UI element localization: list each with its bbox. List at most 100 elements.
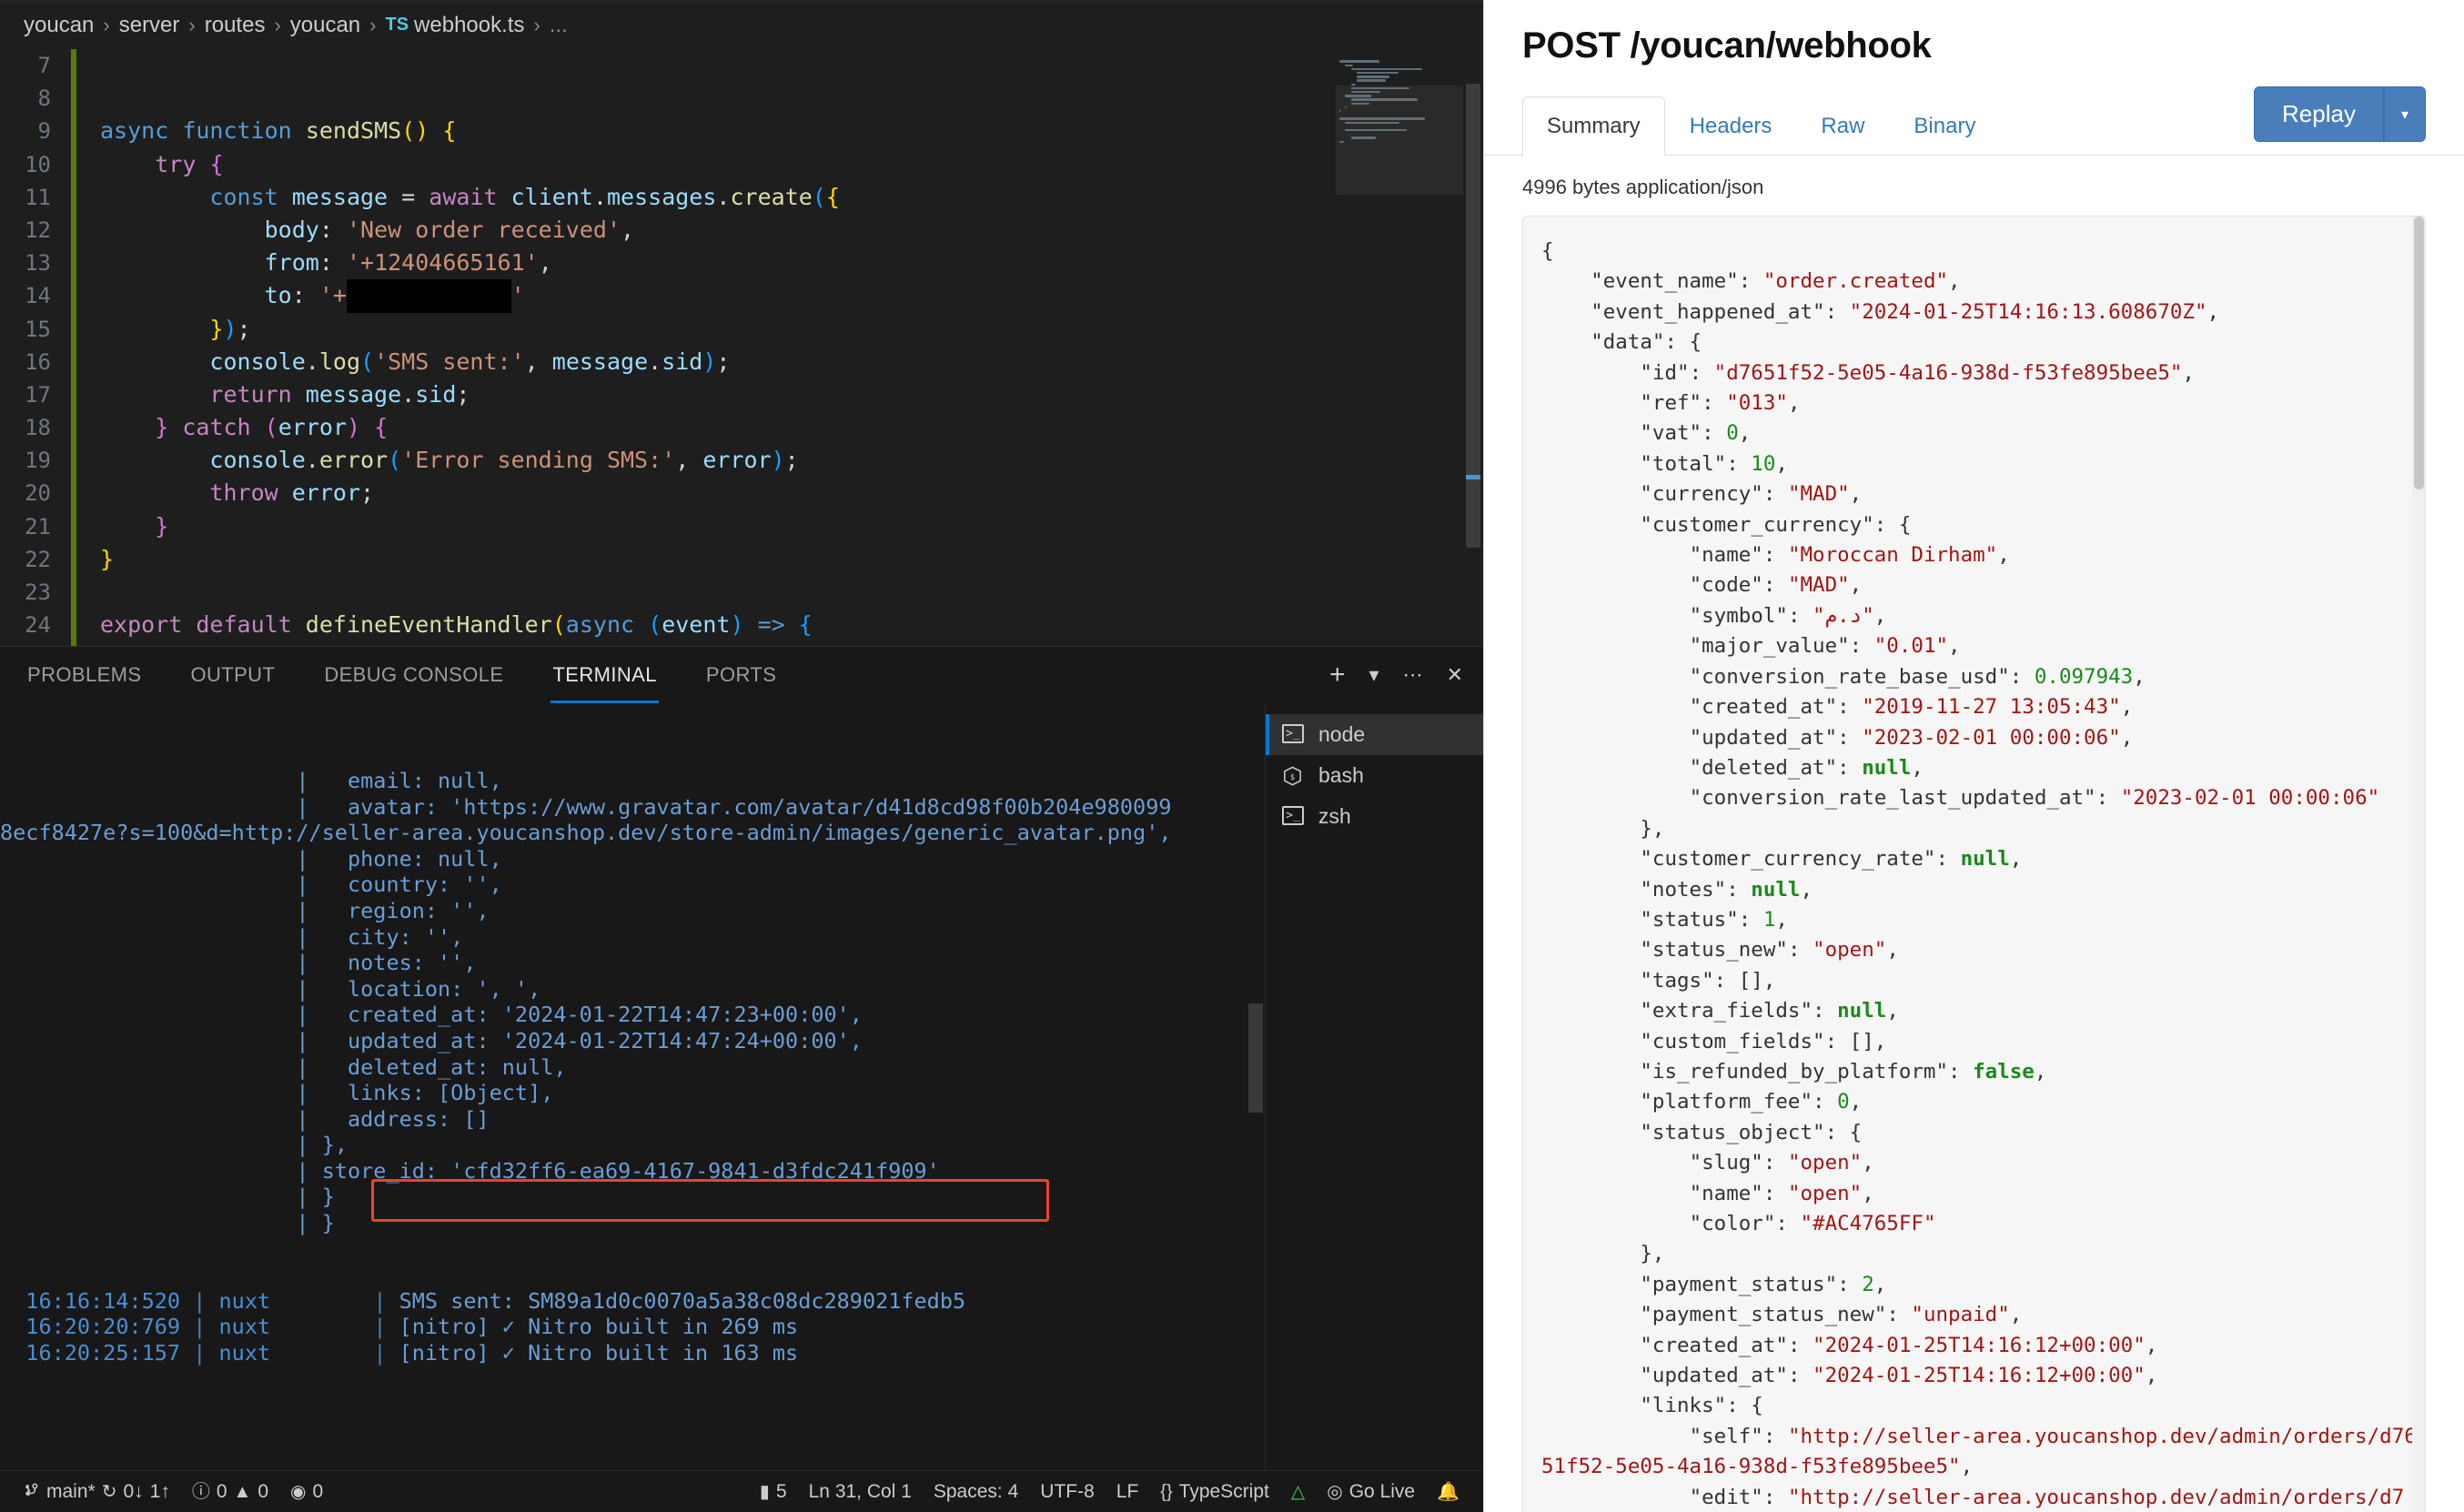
code-line[interactable]: 13 from: '+12404665161',	[0, 247, 1483, 280]
code-line[interactable]: 9 async function sendSMS() {	[0, 115, 1483, 148]
status-indentation[interactable]: Spaces: 4	[923, 1471, 1029, 1512]
code-line[interactable]: 17 return message.sid;	[0, 378, 1483, 412]
code-line[interactable]: 7	[0, 49, 1483, 83]
breadcrumb-segment-[interactable]: ...	[550, 13, 568, 38]
breadcrumb[interactable]: youcan › server › routes › youcan › TS webhook.ts…	[0, 0, 1483, 47]
line-number: 21	[25, 513, 51, 539]
terminal-log-row: 16:20:25:157 | nuxt | [nitro] ✓ Nitro bu…	[0, 1340, 799, 1366]
bottom-panel: PROBLEMS OUTPUT DEBUG CONSOLE TERMINAL PORTS…	[0, 645, 1483, 1470]
code-line[interactable]: 8	[0, 82, 1483, 116]
log-tag: nuxt	[218, 1287, 374, 1314]
code-line-text: });	[209, 315, 251, 342]
status-encoding[interactable]: UTF-8	[1029, 1471, 1106, 1512]
code-line[interactable]: 25 const body = await readBody(event);	[0, 641, 1483, 646]
radio-tower-icon: ◉	[290, 1481, 307, 1502]
code-line-text: }	[155, 512, 169, 539]
error-icon: ⓘ	[191, 1481, 210, 1502]
status-branch[interactable]: main* ↻ 0↓ 1↑	[13, 1471, 181, 1512]
code-line[interactable]: 20 throw error;	[0, 477, 1483, 510]
terminal-line: | store_id: 'cfd32ff6-ea69-4167-9841-d3f…	[0, 1157, 940, 1184]
breadcrumb-segment-server[interactable]: server	[119, 13, 180, 38]
code-line[interactable]: 18 } catch (error) {	[0, 411, 1483, 445]
payload-viewer[interactable]: { "event_name": "order.created", "event_…	[1522, 216, 2426, 1512]
close-panel-icon[interactable]: ✕	[1447, 664, 1463, 685]
log-timestamp: 16:20:20:769	[0, 1314, 194, 1340]
line-number: 17	[25, 381, 51, 408]
code-line[interactable]: 21 }	[0, 509, 1483, 543]
status-language-mode[interactable]: {} TypeScript	[1149, 1471, 1280, 1512]
code-editor[interactable]: 7 8 9 async function sendSMS() {10 try {1…	[0, 47, 1483, 646]
more-actions-icon[interactable]: ⋯	[1403, 664, 1423, 685]
inspector-tab-binary[interactable]: Binary	[1889, 96, 2000, 156]
code-line[interactable]: 15 });	[0, 312, 1483, 346]
terminal-instance-zsh[interactable]: >_ zsh	[1266, 796, 1483, 837]
status-eol[interactable]: LF	[1106, 1471, 1150, 1512]
code-line[interactable]: 23	[0, 576, 1483, 610]
split-dropdown-icon[interactable]: ▾	[1369, 664, 1379, 685]
breadcrumb-separator: ›	[369, 13, 377, 36]
payload-scrollbar[interactable]	[2412, 217, 2425, 1512]
status-notifications[interactable]: 🔔	[1426, 1471, 1470, 1512]
terminal-log-row: 16:20:20:769 | nuxt | [nitro] ✓ Nitro bu…	[0, 1314, 799, 1340]
terminal-instance-label: zsh	[1318, 803, 1351, 828]
code-line[interactable]: 12 body: 'New order received',	[0, 213, 1483, 247]
broadcast-icon: ◎	[1327, 1481, 1343, 1502]
replay-button[interactable]: Replay	[2254, 86, 2384, 142]
breadcrumb-segment-youcan[interactable]: youcan	[290, 13, 360, 38]
radio-count: 0	[312, 1480, 324, 1502]
inspector-tab-summary[interactable]: Summary	[1522, 96, 1665, 156]
code-line[interactable]: 22}	[0, 542, 1483, 576]
line-number: 13	[25, 250, 51, 277]
payload-scrollbar-thumb[interactable]	[2414, 217, 2424, 489]
code-line-text: to: '+############'	[76, 279, 1483, 313]
terminal-line: | deleted_at: null,	[0, 1053, 567, 1080]
log-timestamp: 16:16:14:520	[0, 1287, 194, 1314]
status-nuxt[interactable]: △	[1280, 1471, 1316, 1512]
status-cursor-position[interactable]: Ln 31, Col 1	[798, 1471, 923, 1512]
code-line[interactable]: 16 console.log('SMS sent:', message.sid)…	[0, 345, 1483, 378]
terminal-line: | avatar: 'https://www.gravatar.com/avat…	[0, 793, 1172, 820]
panel-tab-problems[interactable]: PROBLEMS	[25, 647, 143, 703]
line-number: 11	[25, 184, 51, 210]
terminal-line: | phone: null,	[0, 845, 502, 872]
new-terminal-icon[interactable]: +	[1329, 660, 1346, 689]
status-remote[interactable]: ◉ 0	[279, 1471, 334, 1512]
minimap-slider[interactable]	[1336, 86, 1463, 195]
terminal-scrollbar-thumb[interactable]	[1248, 1003, 1263, 1113]
breadcrumb-segment-webhookts[interactable]: webhook.ts	[414, 13, 524, 38]
breadcrumb-separator: ›	[274, 13, 281, 36]
breadcrumb-segment-youcan[interactable]: youcan	[24, 13, 94, 38]
code-line[interactable]: 10 try {	[0, 147, 1483, 181]
status-ports[interactable]: ▮ 5	[749, 1471, 798, 1512]
replay-dropdown-caret-icon[interactable]: ▾	[2383, 86, 2426, 142]
status-go-live[interactable]: ◎ Go Live	[1316, 1471, 1426, 1512]
inspector-tab-raw[interactable]: Raw	[1796, 96, 1889, 156]
breadcrumb-segment-routes[interactable]: routes	[205, 13, 266, 38]
code-line[interactable]: 14 to: '+############'	[0, 279, 1483, 313]
error-count: 0	[216, 1480, 227, 1502]
terminal-instance-label: node	[1318, 721, 1366, 746]
breadcrumb-separator: ›	[103, 13, 110, 36]
status-problems[interactable]: ⓘ 0 ▲ 0	[181, 1471, 279, 1512]
payload-meta: 4996 bytes application/json	[1522, 176, 1764, 198]
ports-icon: ▮	[759, 1481, 770, 1502]
code-line[interactable]: 11 const message = await client.messages…	[0, 180, 1483, 214]
panel-tab-output[interactable]: OUTPUT	[188, 647, 277, 703]
panel-tab-terminal[interactable]: TERMINAL	[550, 647, 660, 703]
terminal-instance-node[interactable]: >_ node	[1266, 713, 1483, 755]
code-line[interactable]: 19 console.error('Error sending SMS:', e…	[0, 444, 1483, 478]
panel-tab-debug-console[interactable]: DEBUG CONSOLE	[322, 647, 505, 703]
inspector-tab-headers[interactable]: Headers	[1665, 96, 1797, 156]
panel-tab-ports[interactable]: PORTS	[704, 647, 778, 703]
terminal-line: | created_at: '2024-01-22T14:47:23+00:00…	[0, 1002, 863, 1028]
code-line[interactable]: 24 export default defineEventHandler(asyn…	[0, 609, 1483, 642]
terminal-instance-bash[interactable]: $ bash	[1266, 755, 1483, 796]
terminal-output[interactable]: | email: null, | avatar: 'https://www.gr…	[0, 702, 1265, 1470]
vscode-window: youcan › server › routes › youcan › TS webhook.ts…	[0, 0, 1483, 1512]
code-line-text: return message.sid;	[209, 380, 470, 408]
log-timestamp: 16:20:25:157	[0, 1340, 194, 1366]
code-lines: 7 8 9 async function sendSMS() {10 try {1…	[0, 47, 1483, 646]
terminal-line: | updated_at: '2024-01-22T14:47:24+00:00…	[0, 1027, 863, 1053]
editor-scrollbar[interactable]	[1463, 47, 1483, 646]
sync-icon[interactable]: ↻	[102, 1483, 117, 1501]
